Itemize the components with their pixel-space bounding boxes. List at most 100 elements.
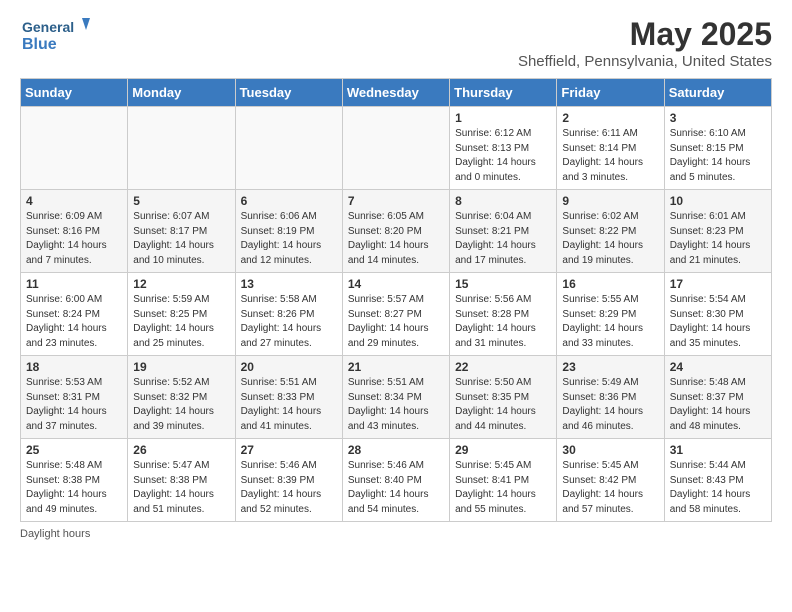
calendar-cell: 6 Sunrise: 6:06 AM Sunset: 8:19 PM Daylig… [235,190,342,273]
calendar-week-row: 11 Sunrise: 6:00 AM Sunset: 8:24 PM Dayli… [21,273,772,356]
calendar-week-row: 25Sunrise: 5:48 AM Sunset: 8:38 PM Dayli… [21,439,772,522]
day-info: Sunrise: 5:54 AM Sunset: 8:30 PM Dayligh… [670,293,766,351]
day-info: Sunrise: 5:59 AM Sunset: 8:25 PM Dayligh… [133,293,229,351]
footer-text: Daylight hours [20,528,90,540]
calendar-cell: 21Sunrise: 5:51 AM Sunset: 8:34 PM Dayli… [342,356,449,439]
day-info: Sunrise: 6:09 AM Sunset: 8:16 PM Dayligh… [26,210,122,268]
day-info: Sunrise: 5:45 AM Sunset: 8:42 PM Dayligh… [562,459,658,517]
day-number: 10 [670,194,766,208]
day-number: 18 [26,360,122,374]
calendar-day-header: Sunday [21,79,128,107]
calendar-cell: 24 Sunrise: 5:48 AM Sunset: 8:37 PM Dayli… [664,356,771,439]
day-info: Sunrise: 6:11 AM Sunset: 8:14 PM Dayligh… [562,127,658,185]
calendar-day-header: Saturday [664,79,771,107]
logo-svg: General Blue [20,16,90,58]
day-number: 24 [670,360,766,374]
svg-text:General: General [22,19,74,35]
title-block: May 2025 Sheffield, Pennsylvania, United… [518,16,772,70]
calendar-cell: 18 Sunrise: 5:53 AM Sunset: 8:31 PM Dayli… [21,356,128,439]
calendar-week-row: 18 Sunrise: 5:53 AM Sunset: 8:31 PM Dayli… [21,356,772,439]
day-info: Sunrise: 6:10 AM Sunset: 8:15 PM Dayligh… [670,127,766,185]
day-number: 23 [562,360,658,374]
page-title: May 2025 [518,16,772,53]
day-number: 22 [455,360,551,374]
calendar-cell: 20Sunrise: 5:51 AM Sunset: 8:33 PM Dayli… [235,356,342,439]
calendar-day-header: Thursday [450,79,557,107]
day-info: Sunrise: 6:12 AM Sunset: 8:13 PM Dayligh… [455,127,551,185]
calendar-day-header: Wednesday [342,79,449,107]
day-number: 2 [562,111,658,125]
day-info: Sunrise: 6:07 AM Sunset: 8:17 PM Dayligh… [133,210,229,268]
day-number: 29 [455,443,551,457]
calendar-week-row: 4 Sunrise: 6:09 AM Sunset: 8:16 PM Daylig… [21,190,772,273]
day-info: Sunrise: 5:56 AM Sunset: 8:28 PM Dayligh… [455,293,551,351]
day-info: Sunrise: 5:55 AM Sunset: 8:29 PM Dayligh… [562,293,658,351]
calendar-cell [128,107,235,190]
calendar-cell: 1 Sunrise: 6:12 AM Sunset: 8:13 PM Daylig… [450,107,557,190]
calendar-cell: 5 Sunrise: 6:07 AM Sunset: 8:17 PM Daylig… [128,190,235,273]
logo: General Blue [20,16,90,58]
calendar-cell: 2 Sunrise: 6:11 AM Sunset: 8:14 PM Daylig… [557,107,664,190]
calendar-cell: 27Sunrise: 5:46 AM Sunset: 8:39 PM Dayli… [235,439,342,522]
day-info: Sunrise: 5:52 AM Sunset: 8:32 PM Dayligh… [133,376,229,434]
calendar-cell: 11 Sunrise: 6:00 AM Sunset: 8:24 PM Dayli… [21,273,128,356]
day-number: 6 [241,194,337,208]
day-info: Sunrise: 6:01 AM Sunset: 8:23 PM Dayligh… [670,210,766,268]
calendar-cell: 23 Sunrise: 5:49 AM Sunset: 8:36 PM Dayli… [557,356,664,439]
day-info: Sunrise: 5:57 AM Sunset: 8:27 PM Dayligh… [348,293,444,351]
calendar-cell [21,107,128,190]
day-info: Sunrise: 5:51 AM Sunset: 8:33 PM Dayligh… [241,376,337,434]
day-number: 26 [133,443,229,457]
calendar-cell: 12 Sunrise: 5:59 AM Sunset: 8:25 PM Dayli… [128,273,235,356]
day-number: 7 [348,194,444,208]
day-number: 8 [455,194,551,208]
day-number: 12 [133,277,229,291]
day-info: Sunrise: 5:46 AM Sunset: 8:40 PM Dayligh… [348,459,444,517]
day-number: 14 [348,277,444,291]
calendar-cell [342,107,449,190]
day-number: 9 [562,194,658,208]
day-info: Sunrise: 6:06 AM Sunset: 8:19 PM Dayligh… [241,210,337,268]
day-number: 13 [241,277,337,291]
day-info: Sunrise: 6:02 AM Sunset: 8:22 PM Dayligh… [562,210,658,268]
header: General Blue May 2025 Sheffield, Pennsyl… [20,16,772,70]
calendar-cell: 29Sunrise: 5:45 AM Sunset: 8:41 PM Dayli… [450,439,557,522]
calendar-day-header: Monday [128,79,235,107]
page: General Blue May 2025 Sheffield, Pennsyl… [0,0,792,556]
calendar-cell: 17Sunrise: 5:54 AM Sunset: 8:30 PM Dayli… [664,273,771,356]
day-info: Sunrise: 5:48 AM Sunset: 8:38 PM Dayligh… [26,459,122,517]
day-info: Sunrise: 5:50 AM Sunset: 8:35 PM Dayligh… [455,376,551,434]
day-number: 4 [26,194,122,208]
day-info: Sunrise: 5:53 AM Sunset: 8:31 PM Dayligh… [26,376,122,434]
calendar-cell: 14 Sunrise: 5:57 AM Sunset: 8:27 PM Dayli… [342,273,449,356]
day-number: 30 [562,443,658,457]
calendar-cell: 13 Sunrise: 5:58 AM Sunset: 8:26 PM Dayli… [235,273,342,356]
day-number: 19 [133,360,229,374]
day-info: Sunrise: 5:49 AM Sunset: 8:36 PM Dayligh… [562,376,658,434]
calendar-cell: 9 Sunrise: 6:02 AM Sunset: 8:22 PM Daylig… [557,190,664,273]
day-number: 1 [455,111,551,125]
day-number: 15 [455,277,551,291]
calendar-cell: 7 Sunrise: 6:05 AM Sunset: 8:20 PM Daylig… [342,190,449,273]
calendar-cell: 25Sunrise: 5:48 AM Sunset: 8:38 PM Dayli… [21,439,128,522]
calendar-cell: 16 Sunrise: 5:55 AM Sunset: 8:29 PM Dayli… [557,273,664,356]
day-number: 16 [562,277,658,291]
day-number: 11 [26,277,122,291]
calendar-week-row: 1 Sunrise: 6:12 AM Sunset: 8:13 PM Daylig… [21,107,772,190]
calendar-cell: 30 Sunrise: 5:45 AM Sunset: 8:42 PM Dayli… [557,439,664,522]
day-info: Sunrise: 5:44 AM Sunset: 8:43 PM Dayligh… [670,459,766,517]
calendar-header-row: SundayMondayTuesdayWednesdayThursdayFrid… [21,79,772,107]
day-info: Sunrise: 5:51 AM Sunset: 8:34 PM Dayligh… [348,376,444,434]
calendar-cell: 10 Sunrise: 6:01 AM Sunset: 8:23 PM Dayli… [664,190,771,273]
day-info: Sunrise: 6:05 AM Sunset: 8:20 PM Dayligh… [348,210,444,268]
calendar-cell [235,107,342,190]
calendar-cell: 15 Sunrise: 5:56 AM Sunset: 8:28 PM Dayli… [450,273,557,356]
calendar-cell: 22 Sunrise: 5:50 AM Sunset: 8:35 PM Dayli… [450,356,557,439]
day-number: 5 [133,194,229,208]
day-info: Sunrise: 5:46 AM Sunset: 8:39 PM Dayligh… [241,459,337,517]
day-info: Sunrise: 6:00 AM Sunset: 8:24 PM Dayligh… [26,293,122,351]
day-info: Sunrise: 5:48 AM Sunset: 8:37 PM Dayligh… [670,376,766,434]
calendar-cell: 28Sunrise: 5:46 AM Sunset: 8:40 PM Dayli… [342,439,449,522]
day-info: Sunrise: 5:58 AM Sunset: 8:26 PM Dayligh… [241,293,337,351]
day-info: Sunrise: 6:04 AM Sunset: 8:21 PM Dayligh… [455,210,551,268]
